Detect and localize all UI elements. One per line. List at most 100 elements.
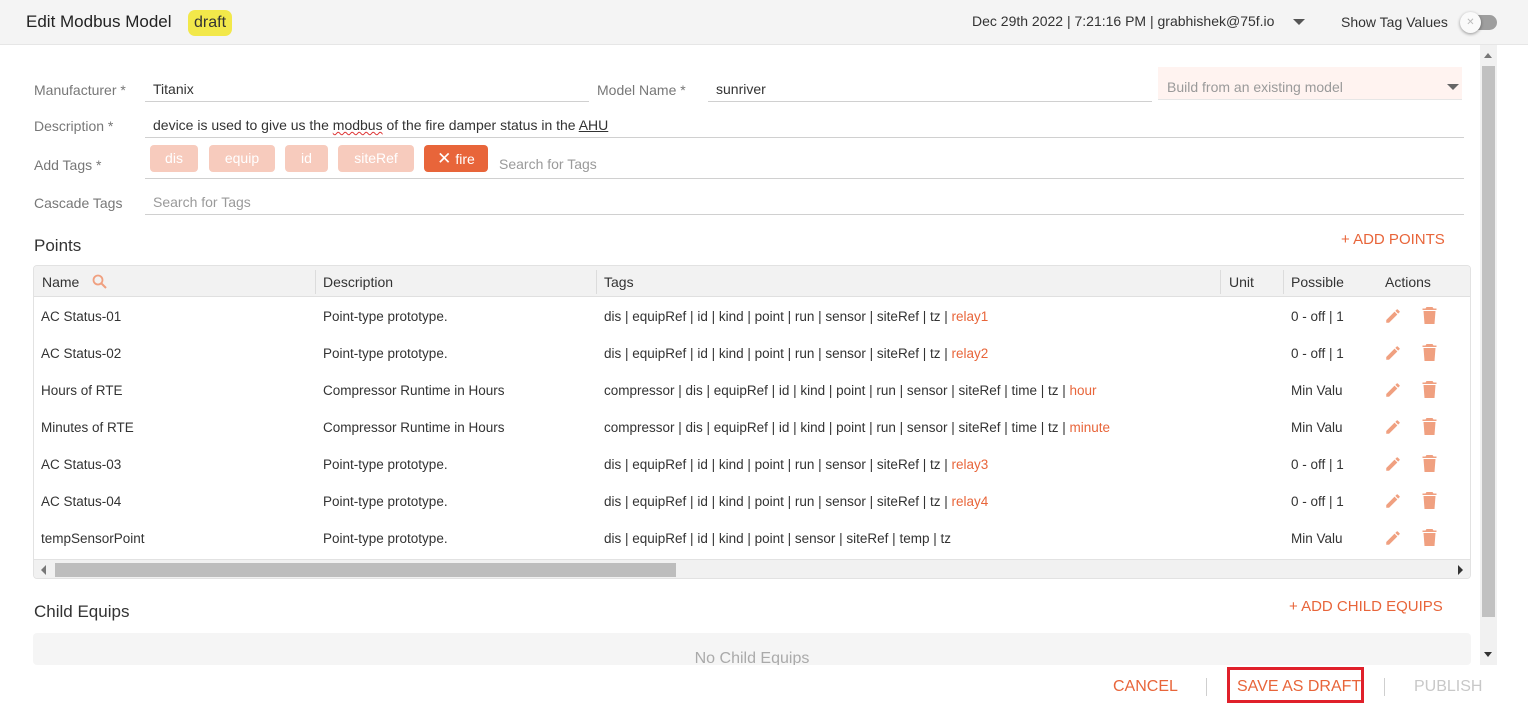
column-divider[interactable] xyxy=(596,270,597,294)
column-header-name[interactable]: Name xyxy=(42,274,79,290)
tag-chip-siteref[interactable]: siteRef xyxy=(338,145,414,172)
delete-icon[interactable] xyxy=(1422,344,1437,361)
build-from-model-select[interactable]: Build from an existing model xyxy=(1158,67,1462,100)
column-header-description[interactable]: Description xyxy=(323,274,393,290)
delete-icon[interactable] xyxy=(1422,381,1437,398)
tag-highlight: relay1 xyxy=(951,309,989,324)
point-description: Compressor Runtime in Hours xyxy=(323,420,505,435)
delete-icon[interactable] xyxy=(1422,455,1437,472)
point-description: Point-type prototype. xyxy=(323,457,448,472)
horizontal-scroll-thumb[interactable] xyxy=(55,563,676,577)
edit-icon[interactable] xyxy=(1384,492,1402,510)
scroll-left-arrow-icon[interactable] xyxy=(41,565,46,575)
table-row[interactable]: Hours of RTE Compressor Runtime in Hours… xyxy=(34,372,1470,409)
delete-icon[interactable] xyxy=(1422,492,1437,509)
tag-highlight: minute xyxy=(1069,420,1111,435)
manufacturer-input[interactable]: Titanix xyxy=(153,81,194,97)
tag-chip-fire-label: fire xyxy=(455,151,475,167)
point-description: Point-type prototype. xyxy=(323,494,448,509)
description-text: of the fire damper status in the xyxy=(382,117,579,133)
model-name-underline xyxy=(708,101,1152,102)
table-row[interactable]: AC Status-03 Point-type prototype. dis |… xyxy=(34,446,1470,483)
top-bar: Edit Modbus Model draft Dec 29th 2022 | … xyxy=(0,0,1528,45)
edit-icon[interactable] xyxy=(1384,344,1402,362)
cascade-tags-underline xyxy=(145,214,1464,215)
tag-list: compressor | dis | equipRef | id | kind … xyxy=(604,420,1070,435)
point-tags: dis | equipRef | id | kind | point | run… xyxy=(604,494,988,509)
point-tags: compressor | dis | equipRef | id | kind … xyxy=(604,420,1110,435)
save-as-draft-button[interactable]: SAVE AS DRAFT xyxy=(1237,678,1361,696)
cancel-button[interactable]: CANCEL xyxy=(1113,678,1178,696)
show-tag-values-label: Show Tag Values xyxy=(1341,14,1448,30)
show-tag-values-toggle[interactable]: ✕ xyxy=(1460,12,1497,33)
point-tags: compressor | dis | equipRef | id | kind … xyxy=(604,383,1097,398)
toggle-knob: ✕ xyxy=(1460,12,1481,33)
cascade-tag-search-input[interactable]: Search for Tags xyxy=(153,194,251,210)
point-tags: dis | equipRef | id | kind | point | run… xyxy=(604,309,988,324)
status-badge: draft xyxy=(188,10,233,36)
table-row[interactable]: AC Status-04 Point-type prototype. dis |… xyxy=(34,483,1470,520)
point-name: AC Status-03 xyxy=(41,457,122,472)
column-header-unit[interactable]: Unit xyxy=(1229,274,1254,290)
session-info[interactable]: Dec 29th 2022 | 7:21:16 PM | grabhishek@… xyxy=(972,13,1274,29)
column-header-tags[interactable]: Tags xyxy=(604,274,634,290)
edit-icon[interactable] xyxy=(1384,455,1402,473)
column-divider[interactable] xyxy=(1220,270,1221,294)
description-underlined-word: AHU xyxy=(578,117,609,133)
tag-chip-equip[interactable]: equip xyxy=(209,145,275,172)
tag-search-input[interactable]: Search for Tags xyxy=(499,156,597,172)
vertical-scroll-thumb[interactable] xyxy=(1482,66,1495,617)
tag-highlight: relay3 xyxy=(951,457,989,472)
point-name: AC Status-02 xyxy=(41,346,122,361)
add-tags-label: Add Tags * xyxy=(34,157,102,173)
description-input[interactable]: device is used to give us the modbus of … xyxy=(153,117,608,133)
point-description: Point-type prototype. xyxy=(323,346,448,361)
footer-divider xyxy=(1384,678,1385,696)
table-header: Name Description Tags Unit Possible Acti… xyxy=(34,266,1470,297)
delete-icon[interactable] xyxy=(1422,529,1437,546)
add-points-button[interactable]: + ADD POINTS xyxy=(1341,231,1445,248)
tag-chip-fire[interactable]: ✕ fire xyxy=(424,145,488,172)
vertical-scrollbar[interactable] xyxy=(1480,45,1497,665)
table-row[interactable]: AC Status-02 Point-type prototype. dis |… xyxy=(34,335,1470,372)
column-divider[interactable] xyxy=(315,270,316,294)
table-row[interactable]: AC Status-01 Point-type prototype. dis |… xyxy=(34,298,1470,335)
delete-icon[interactable] xyxy=(1422,418,1437,435)
model-name-label: Model Name * xyxy=(597,82,686,98)
scroll-up-arrow-icon[interactable] xyxy=(1484,53,1492,58)
table-row[interactable]: tempSensorPoint Point-type prototype. di… xyxy=(34,520,1470,557)
publish-button[interactable]: PUBLISH xyxy=(1414,678,1482,696)
points-table: Name Description Tags Unit Possible Acti… xyxy=(33,265,1471,579)
remove-tag-icon[interactable]: ✕ xyxy=(437,149,451,168)
model-name-input[interactable]: sunriver xyxy=(716,81,766,97)
point-tags: dis | equipRef | id | kind | point | run… xyxy=(604,346,988,361)
horizontal-scrollbar[interactable] xyxy=(34,559,1470,578)
point-tags: dis | equipRef | id | kind | point | run… xyxy=(604,457,988,472)
child-equips-title: Child Equips xyxy=(34,602,130,621)
empty-state-text: No Child Equips xyxy=(694,650,810,665)
edit-icon[interactable] xyxy=(1384,529,1402,547)
delete-icon[interactable] xyxy=(1422,307,1437,324)
point-possible: 0 - off | 1 xyxy=(1291,309,1344,324)
points-title: Points xyxy=(34,236,82,255)
description-label: Description * xyxy=(34,118,114,134)
tag-list: compressor | dis | equipRef | id | kind … xyxy=(604,383,1070,398)
point-possible: Min Valu xyxy=(1291,420,1343,435)
add-child-equips-button[interactable]: + ADD CHILD EQUIPS xyxy=(1289,598,1443,615)
column-header-possible[interactable]: Possible xyxy=(1291,274,1344,290)
edit-icon[interactable] xyxy=(1384,381,1402,399)
table-row[interactable]: Minutes of RTE Compressor Runtime in Hou… xyxy=(34,409,1470,446)
point-possible: 0 - off | 1 xyxy=(1291,494,1344,509)
tag-chip-dis[interactable]: dis xyxy=(150,145,198,172)
scroll-right-arrow-icon[interactable] xyxy=(1458,565,1463,575)
user-menu-caret-icon[interactable] xyxy=(1293,19,1305,25)
cascade-tags-label: Cascade Tags xyxy=(34,195,123,211)
column-divider[interactable] xyxy=(1283,270,1284,294)
tag-chip-id[interactable]: id xyxy=(285,145,328,172)
point-name: tempSensorPoint xyxy=(41,531,145,546)
edit-icon[interactable] xyxy=(1384,307,1402,325)
edit-icon[interactable] xyxy=(1384,418,1402,436)
search-icon[interactable] xyxy=(92,274,107,289)
tag-list: dis | equipRef | id | kind | point | run… xyxy=(604,494,952,509)
scroll-down-arrow-icon[interactable] xyxy=(1484,652,1492,657)
